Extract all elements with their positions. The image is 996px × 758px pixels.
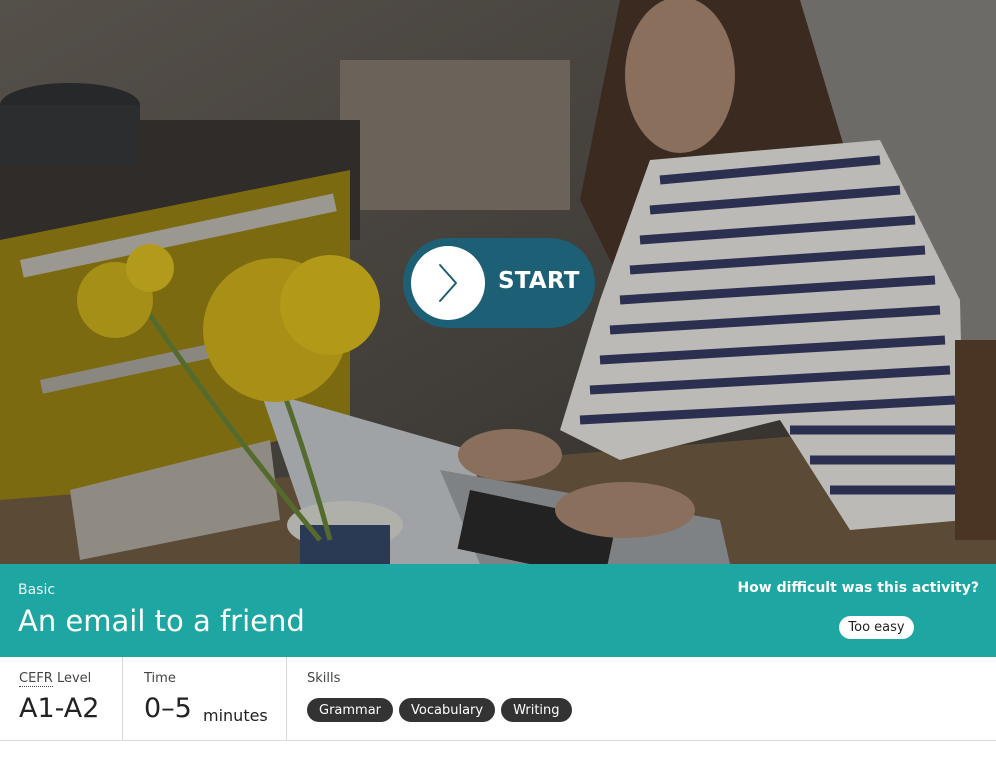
time-unit: minutes: [203, 706, 268, 725]
difficulty-question: How difficult was this activity?: [737, 580, 979, 596]
hero-banner: START: [0, 0, 996, 564]
time-label: Time: [144, 671, 176, 686]
skills-list: Grammar Vocabulary Writing: [307, 698, 572, 722]
cefr-level-value: A1-A2: [19, 693, 100, 724]
activity-header: Basic An email to a friend How difficult…: [0, 564, 996, 657]
start-label: START: [498, 268, 580, 294]
difficulty-too-easy-button[interactable]: Too easy: [839, 616, 914, 639]
skill-chip-grammar[interactable]: Grammar: [307, 698, 394, 722]
skill-chip-vocabulary[interactable]: Vocabulary: [399, 698, 496, 722]
cefr-abbreviation[interactable]: CEFR: [19, 671, 53, 687]
time-section: Time 0–5 minutes: [123, 657, 287, 740]
chevron-right-icon: [439, 264, 457, 302]
skill-chip-writing[interactable]: Writing: [501, 698, 572, 722]
start-icon-circle: [411, 246, 485, 320]
time-value: 0–5: [144, 693, 192, 724]
skills-label: Skills: [307, 671, 341, 686]
start-button[interactable]: START: [403, 238, 595, 328]
activity-title: An email to a friend: [18, 604, 305, 638]
cefr-level-section: CEFR Level A1-A2: [0, 657, 123, 740]
level-label-text: Level: [52, 671, 92, 686]
level-tag: Basic: [18, 582, 56, 598]
cefr-level-label: CEFR Level: [19, 671, 92, 687]
skills-section: Skills Grammar Vocabulary Writing: [287, 657, 996, 740]
activity-details: CEFR Level A1-A2 Time 0–5 minutes Skills…: [0, 657, 996, 741]
